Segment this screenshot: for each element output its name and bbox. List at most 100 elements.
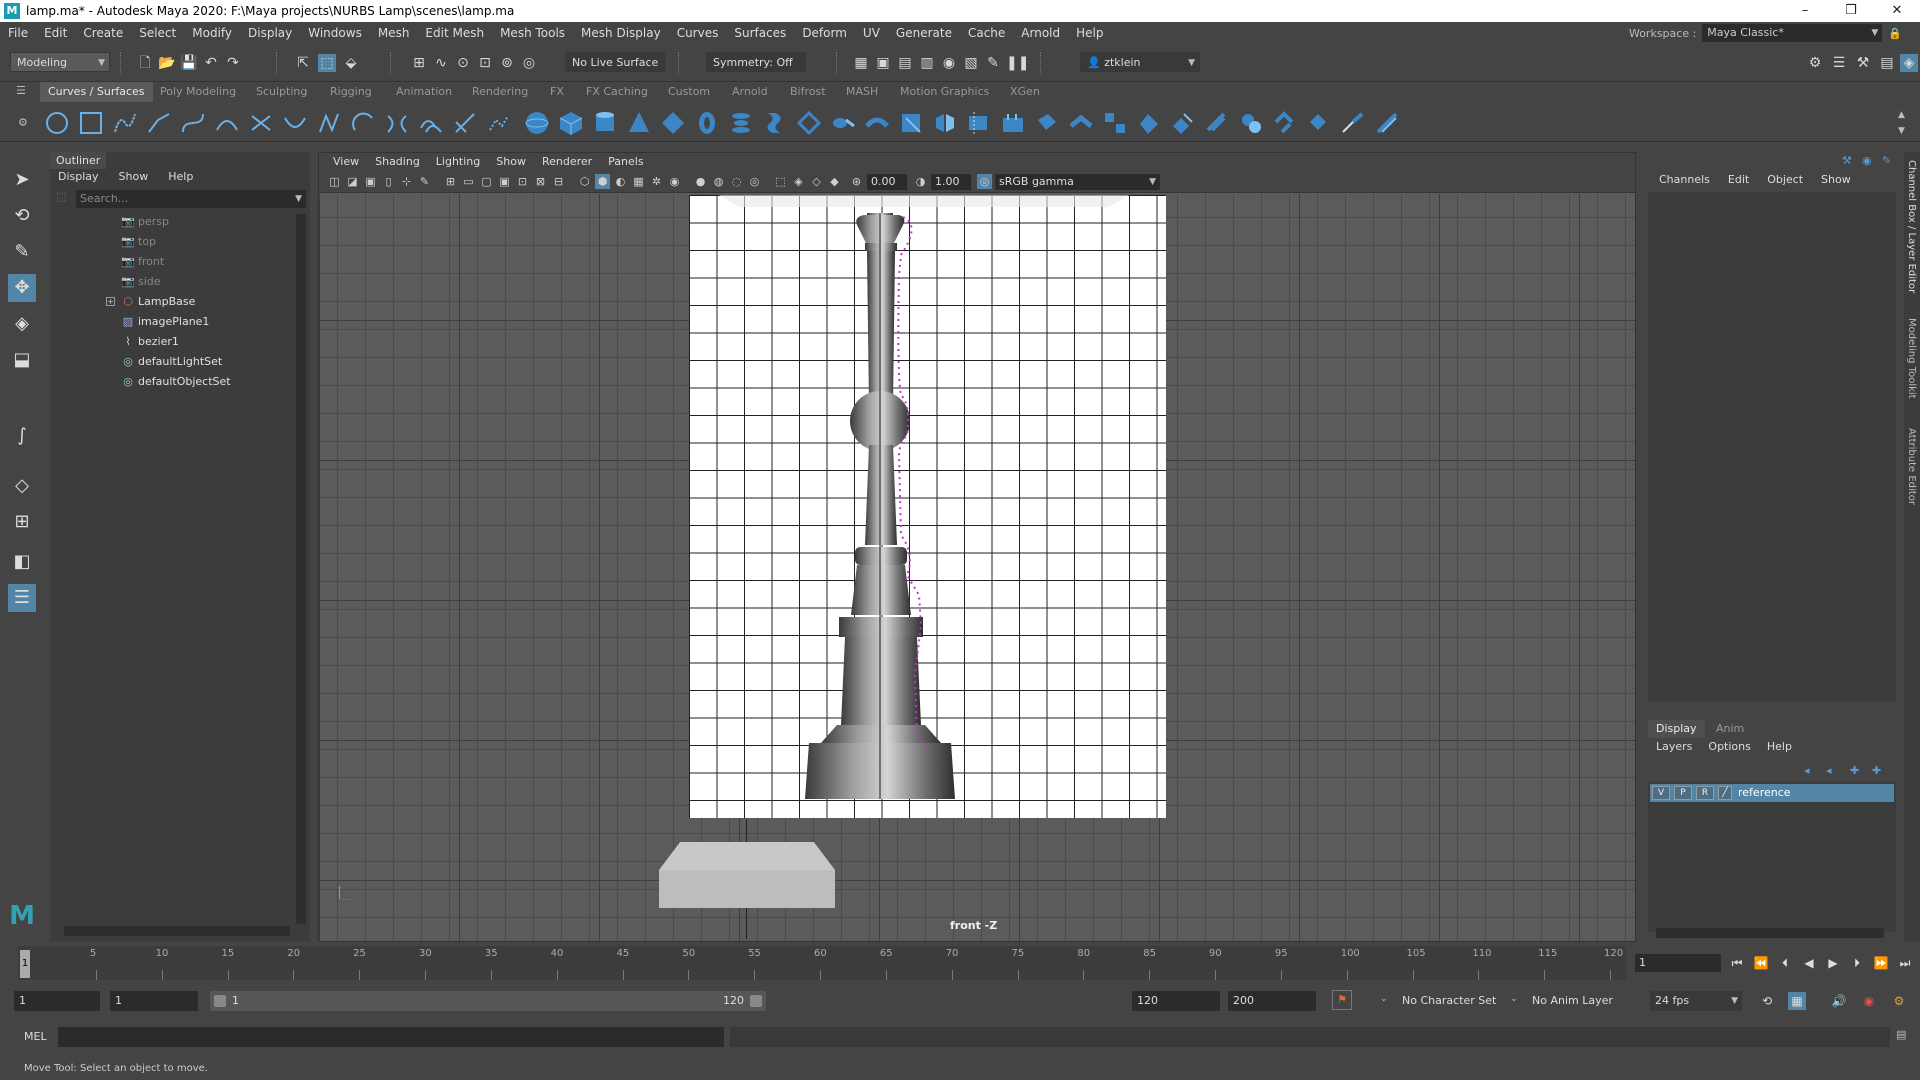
filter-icon[interactable]: ⬚ <box>56 190 66 203</box>
shelf-tab-poly-modeling[interactable]: Poly Modeling <box>152 82 244 102</box>
menu-help[interactable]: Help <box>1068 26 1111 40</box>
loft-icon[interactable] <box>762 110 788 136</box>
shelf-tab-rigging[interactable]: Rigging <box>322 82 380 102</box>
render-view-icon[interactable]: ▦ <box>852 54 870 72</box>
depth-of-field-icon[interactable]: ◎ <box>747 174 762 189</box>
offset-surfaces-icon[interactable] <box>1102 110 1128 136</box>
insert-isoparms-icon[interactable] <box>1034 110 1060 136</box>
viewport-canvas[interactable]: front -Z <box>319 194 1635 941</box>
untrim-icon[interactable] <box>1204 110 1230 136</box>
outliner-menu-display[interactable]: Display <box>58 170 99 183</box>
nurbs-square-icon[interactable] <box>78 110 104 136</box>
scale-tool-icon[interactable]: ⬓ <box>8 346 36 374</box>
nurbs-cylinder-icon[interactable] <box>592 110 618 136</box>
channel-show-menu[interactable]: Show <box>1812 172 1860 188</box>
image-plane-toggle-icon[interactable]: ▯ <box>381 174 396 189</box>
viewport-menu-view[interactable]: View <box>325 153 367 171</box>
shelf-tab-custom[interactable]: Custom <box>660 82 718 102</box>
cv-curve-icon[interactable] <box>112 110 138 136</box>
new-empty-layer-icon[interactable]: ✚ <box>1850 764 1859 777</box>
animation-preferences-icon[interactable]: ⚙ <box>1890 992 1908 1010</box>
use-all-lights-icon[interactable]: ✲ <box>649 174 664 189</box>
snap-curve-icon[interactable]: ∿ <box>432 54 450 72</box>
xray-icon[interactable]: ◈ <box>791 174 806 189</box>
menu-generate[interactable]: Generate <box>888 26 960 40</box>
tool-toggle-icon[interactable]: ✎ <box>1882 154 1891 167</box>
planar-icon[interactable] <box>796 110 822 136</box>
revolve-icon[interactable] <box>728 110 754 136</box>
bookmarks-icon[interactable]: ▣ <box>363 174 378 189</box>
nurbs-sphere-icon[interactable] <box>524 110 550 136</box>
extrude-icon[interactable] <box>830 110 856 136</box>
menu-create[interactable]: Create <box>75 26 131 40</box>
birail-icon[interactable] <box>864 110 890 136</box>
menu-select[interactable]: Select <box>131 26 184 40</box>
color-management-icon[interactable]: ◎ <box>977 174 992 189</box>
redo-icon[interactable]: ↷ <box>224 54 242 72</box>
outliner-horizontal-scrollbar[interactable] <box>64 926 290 936</box>
modeling-toolkit-icon[interactable]: ⚙ <box>1806 54 1824 72</box>
select-hierarchy-icon[interactable]: ⇱ <box>294 54 312 72</box>
shelf-menu-icon[interactable]: ☰ <box>16 84 26 97</box>
play-backwards-icon[interactable]: ◀ <box>1800 954 1818 972</box>
shelf-tab-fx[interactable]: FX <box>542 82 572 102</box>
grid-toggle-icon[interactable]: ⊞ <box>443 174 458 189</box>
trim-tool-icon[interactable] <box>1170 110 1196 136</box>
pause-viewport-icon[interactable]: ❚❚ <box>1006 54 1029 72</box>
layer-editor-icon[interactable]: ◈ <box>1900 54 1918 72</box>
wireframe-icon[interactable]: ⬡ <box>577 174 592 189</box>
channel-box-toggle-icon[interactable]: ⚒ <box>1842 154 1852 167</box>
anti-aliasing-icon[interactable]: ◌ <box>729 174 744 189</box>
outliner-item-imageplane1[interactable]: ▨ imagePlane1 <box>50 312 300 332</box>
channels-menu[interactable]: Channels <box>1650 172 1719 188</box>
outliner-item-defaultlightset[interactable]: ◎ defaultLightSet <box>50 352 300 372</box>
arc-tool-icon[interactable] <box>248 110 274 136</box>
nurbs-plane-icon[interactable] <box>660 110 686 136</box>
perspective-outliner-icon[interactable]: ◧ <box>8 548 36 576</box>
cache-playback-icon[interactable]: ▦ <box>1788 992 1806 1010</box>
reverse-curve-icon[interactable] <box>452 110 478 136</box>
safe-action-icon[interactable]: ⊠ <box>533 174 548 189</box>
curve-tool-icon[interactable]: ∫ <box>8 422 36 450</box>
menuset-dropdown[interactable]: Modeling ▼ <box>10 52 110 72</box>
paint-select-tool-icon[interactable]: ✎ <box>8 238 36 266</box>
nurbs-cube-icon[interactable] <box>558 110 584 136</box>
animation-end-field[interactable]: 200 <box>1228 991 1316 1011</box>
loop-icon[interactable]: ⟲ <box>1758 992 1776 1010</box>
light-editor-icon[interactable]: ✎ <box>984 54 1002 72</box>
tab-channel-box-layer-editor[interactable]: Channel Box / Layer Editor <box>1906 160 1917 293</box>
menu-curves[interactable]: Curves <box>669 26 727 40</box>
smooth-shade-icon[interactable]: ⬢ <box>595 174 610 189</box>
playback-end-field[interactable]: 120 <box>1132 991 1220 1011</box>
symmetry-dropdown[interactable]: Symmetry: Off <box>706 52 806 72</box>
shelf-tab-rendering[interactable]: Rendering <box>464 82 536 102</box>
menu-arnold[interactable]: Arnold <box>1013 26 1068 40</box>
viewport-menu-renderer[interactable]: Renderer <box>534 153 600 171</box>
outliner-menu-show[interactable]: Show <box>119 170 149 183</box>
fps-dropdown[interactable]: 24 fps ▼ <box>1650 991 1742 1011</box>
rebuild-surface-icon[interactable] <box>1136 110 1162 136</box>
render-settings-icon[interactable]: ▥ <box>918 54 936 72</box>
menu-mesh-display[interactable]: Mesh Display <box>573 26 669 40</box>
tab-display-layers[interactable]: Display <box>1648 720 1705 738</box>
layer-playback-toggle[interactable]: P <box>1674 786 1692 800</box>
xray-components-icon[interactable]: ◆ <box>827 174 842 189</box>
outliner-item-persp[interactable]: 📷 persp <box>50 212 300 232</box>
step-back-key-icon[interactable]: ⏪ <box>1752 954 1770 972</box>
sound-icon[interactable]: 🔊 <box>1830 992 1848 1010</box>
menu-deform[interactable]: Deform <box>794 26 855 40</box>
render-frame-icon[interactable]: ▣ <box>874 54 892 72</box>
rotate-tool-icon[interactable]: ◈ <box>8 310 36 338</box>
four-view-icon[interactable]: ⊞ <box>8 508 36 536</box>
channel-object-menu[interactable]: Object <box>1758 172 1812 188</box>
shelf-tab-sculpting[interactable]: Sculpting <box>248 82 315 102</box>
shelf-tab-arnold[interactable]: Arnold <box>724 82 776 102</box>
shelf-scroll-down-icon[interactable]: ▼ <box>1898 126 1905 136</box>
minimize-button[interactable]: – <box>1782 0 1828 22</box>
viewport-menu-shading[interactable]: Shading <box>367 153 428 171</box>
gamma-field[interactable]: 1.00 <box>931 174 971 190</box>
surface-editing-icon[interactable] <box>1340 110 1366 136</box>
select-components-icon[interactable]: ⬙ <box>342 54 360 72</box>
bevel-plus-icon[interactable] <box>898 110 924 136</box>
save-scene-icon[interactable]: 💾 <box>180 54 198 72</box>
